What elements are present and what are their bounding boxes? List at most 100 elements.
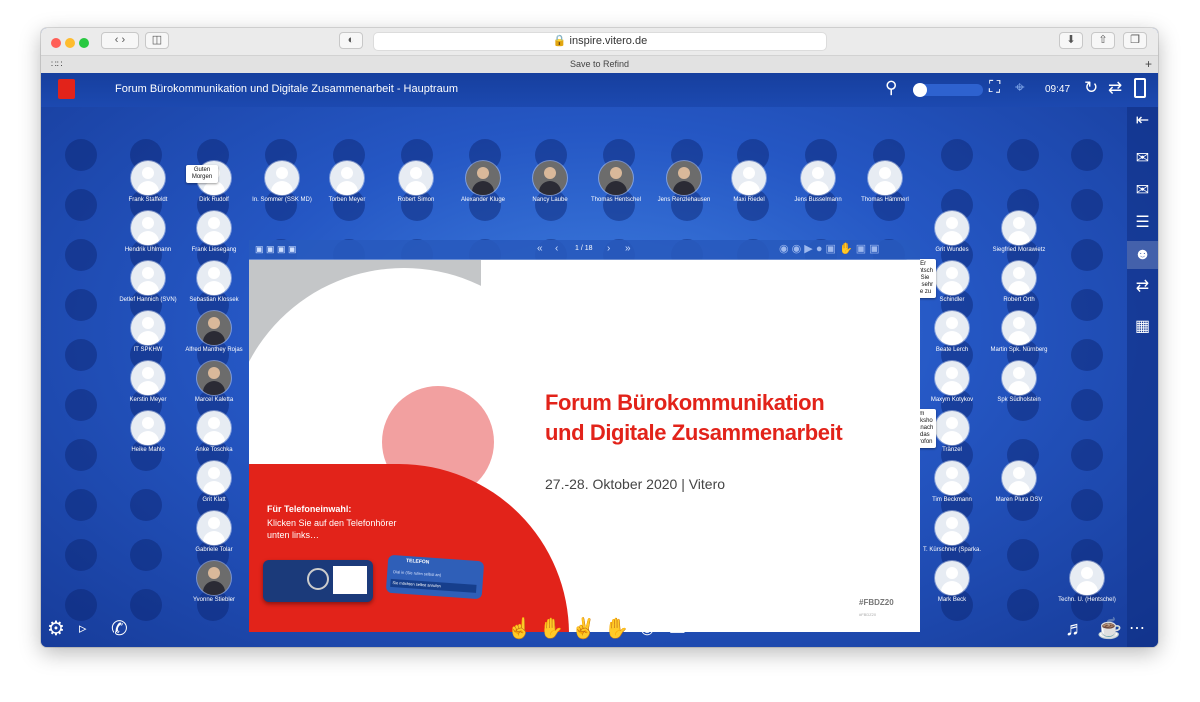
participant-seat[interactable]: Martin Spk. Nürnberg (975, 311, 1063, 354)
avatar[interactable] (732, 161, 766, 195)
applause-icon[interactable]: ✋ (604, 617, 629, 641)
view-mode-icons[interactable]: ▣ ▣ ▣ ▣ (255, 244, 297, 255)
participant-seat[interactable]: Spk Südholstein (975, 361, 1063, 404)
avatar[interactable] (667, 161, 701, 195)
participant-seat[interactable]: Gabriele Tolar (170, 511, 258, 554)
participant-seat[interactable]: Tränzel Im Worksho p danach ist das Mikro… (906, 409, 996, 454)
avatar[interactable] (1002, 361, 1036, 395)
avatar[interactable] (1002, 211, 1036, 245)
speaker-icon[interactable]: ♬ (1065, 617, 1085, 641)
avatar[interactable] (399, 161, 433, 195)
avatar[interactable] (197, 211, 231, 245)
avatar[interactable] (935, 361, 969, 395)
avatar[interactable] (1002, 461, 1036, 495)
participant-seat[interactable]: Yvonne Stiebler (170, 561, 258, 604)
last-page-icon[interactable]: » (625, 243, 631, 254)
avatar[interactable] (197, 411, 231, 445)
avatar[interactable] (131, 211, 165, 245)
participant-seat[interactable]: Techn. U. (Hentschel) (1043, 561, 1131, 604)
avatar[interactable] (197, 311, 231, 345)
chat-icon[interactable]: ✉ (1127, 145, 1158, 173)
avatar[interactable] (935, 511, 969, 545)
avatar[interactable] (330, 161, 364, 195)
avatar[interactable] (197, 261, 231, 295)
participant-seat[interactable]: Frank Liesegang (170, 211, 258, 254)
room-layout-icon[interactable]: ▦ (1127, 313, 1158, 341)
next-page-icon[interactable]: › (607, 243, 610, 254)
avatar[interactable] (1070, 561, 1104, 595)
avatar[interactable] (197, 561, 231, 595)
avatar[interactable] (131, 361, 165, 395)
switch-arrows-icon[interactable]: ⇄ (1108, 78, 1122, 98)
fullscreen-icon[interactable]: ⛶ (989, 79, 1000, 97)
zoom-slider-handle[interactable] (913, 83, 927, 97)
participant-seat[interactable]: Robert Orth (975, 261, 1063, 304)
avatar[interactable] (1002, 311, 1036, 345)
participant-seat[interactable]: Maren Plura DSV (975, 461, 1063, 504)
participant-seat[interactable]: Sebastian Klossek (170, 261, 258, 304)
broadcast-icon[interactable]: ▹ (79, 617, 87, 641)
avatar[interactable] (1002, 261, 1036, 295)
collapse-panel-icon[interactable]: ⇤ (1127, 107, 1158, 135)
bookmark-save-to-refind[interactable]: Save to Refind (570, 59, 629, 69)
share-icon[interactable]: ⇧ (1091, 32, 1115, 49)
first-page-icon[interactable]: « (537, 243, 543, 254)
participant-seat[interactable]: Mark Beck (908, 561, 996, 604)
downloads-icon[interactable]: ⬇ (1059, 32, 1083, 49)
avatar[interactable] (868, 161, 902, 195)
avatar[interactable] (131, 261, 165, 295)
thumbs-down-icon[interactable]: ✌ (571, 617, 596, 641)
avatar[interactable] (801, 161, 835, 195)
zoom-window-button[interactable] (79, 38, 89, 48)
exchange-icon[interactable]: ⇄ (1127, 273, 1158, 301)
avatar[interactable] (265, 161, 299, 195)
participant-seat[interactable]: Siegfried Morawietz (975, 211, 1063, 254)
close-window-button[interactable] (51, 38, 61, 48)
participant-seat[interactable]: Thomas Hämmerl (841, 161, 929, 204)
minimize-window-button[interactable] (65, 38, 75, 48)
smiley-icon[interactable]: ☺ (637, 617, 657, 641)
back-forward-buttons[interactable]: ‹ › (101, 32, 139, 49)
participant-seat[interactable]: Grit Klatt (170, 461, 258, 504)
media-tool-icons[interactable]: ◉ ◉ ▶ ● ▣ ✋ ▣ ▣ (779, 242, 880, 255)
tabs-overview-icon[interactable]: ❐ (1123, 32, 1147, 49)
avatar[interactable] (935, 461, 969, 495)
participant-seat[interactable]: Marcel Kaletta (170, 361, 258, 404)
refresh-icon[interactable]: ↻ (1084, 78, 1098, 98)
exit-door-icon[interactable] (1134, 78, 1146, 98)
mail-icon[interactable]: ✉ (1127, 177, 1158, 205)
avatar[interactable] (533, 161, 567, 195)
participant-seat[interactable]: Anke Toschka (170, 411, 258, 454)
avatar[interactable] (197, 511, 231, 545)
avatar[interactable] (466, 161, 500, 195)
add-tab-icon[interactable]: + (1145, 56, 1152, 73)
raise-hand-icon[interactable]: ☝ (507, 617, 532, 641)
avatar[interactable] (131, 411, 165, 445)
avatar[interactable] (935, 261, 969, 295)
settings-gear-icon[interactable]: ⚙ (47, 617, 65, 641)
avatar[interactable] (131, 161, 165, 195)
avatar[interactable] (935, 311, 969, 345)
more-options-icon[interactable]: ⋯ (1129, 617, 1145, 641)
address-bar[interactable]: 🔒 inspire.vitero.de (373, 32, 827, 51)
privacy-shield-icon[interactable]: ◐ (339, 32, 363, 49)
avatar[interactable] (131, 311, 165, 345)
avatar[interactable] (197, 361, 231, 395)
thumbs-up-icon[interactable]: ✋ (539, 617, 564, 641)
coffee-break-icon[interactable]: ☕ (1097, 617, 1122, 641)
avatar[interactable] (935, 211, 969, 245)
avatar[interactable] (935, 561, 969, 595)
avatar[interactable] (197, 461, 231, 495)
participant-seat[interactable]: T. Kürschner (Sparka. (908, 511, 996, 554)
participant-seat[interactable]: Alfred Manthey Rojas (170, 311, 258, 354)
crosshair-icon[interactable]: ⌖ (1015, 78, 1025, 98)
avatar[interactable] (599, 161, 633, 195)
sidebar-toggle-icon[interactable]: ◫ (145, 32, 169, 49)
layers-icon[interactable]: ☰ (1127, 209, 1158, 237)
avatar[interactable] (935, 411, 969, 445)
phone-handset-icon[interactable]: ✆ (111, 617, 128, 641)
zoom-slider[interactable] (913, 83, 983, 97)
grid-apps-icon[interactable]: ∷∷ (51, 56, 62, 73)
search-icon[interactable]: ⚲ (885, 78, 897, 98)
speech-bubble-icon[interactable]: ✉ (669, 617, 686, 641)
